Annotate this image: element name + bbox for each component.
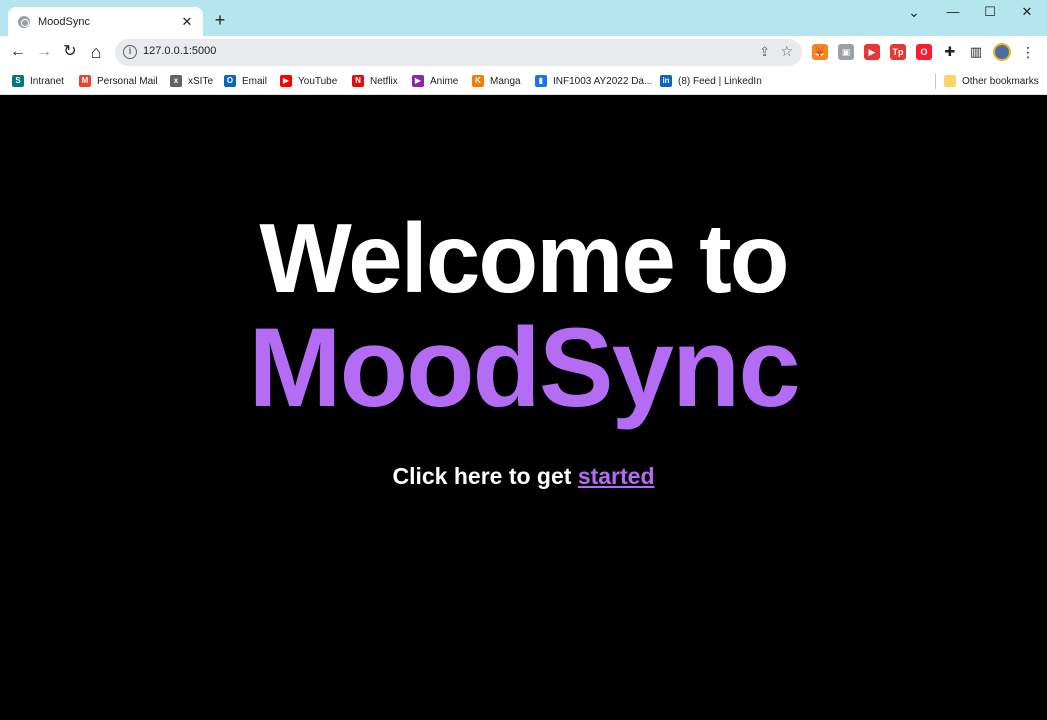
bookmark-favicon-icon: ▶ bbox=[280, 75, 292, 87]
bookmark-label: Manga bbox=[490, 75, 521, 87]
bookmark-favicon-icon: M bbox=[79, 75, 91, 87]
bookmark-8-feed-linkedin[interactable]: in (8) Feed | LinkedIn bbox=[660, 73, 762, 89]
bookmark-label: Email bbox=[242, 75, 268, 87]
bookmark-favicon-icon: ▶ bbox=[412, 75, 424, 87]
cta-prefix: Click here to get bbox=[392, 463, 578, 489]
side-panel-icon[interactable]: ▥ bbox=[968, 44, 984, 60]
profile-avatar[interactable] bbox=[993, 43, 1011, 61]
other-bookmarks-label: Other bookmarks bbox=[962, 75, 1039, 87]
forward-arrow-icon[interactable]: → bbox=[33, 41, 55, 63]
bookmark-favicon-icon: K bbox=[472, 75, 484, 87]
site-info-icon[interactable]: i bbox=[123, 45, 137, 59]
bookmark-inf1003-ay2022-da[interactable]: ▮ INF1003 AY2022 Da... bbox=[535, 73, 652, 89]
bookmarks-divider bbox=[935, 74, 936, 89]
browser-toolbar: ← → ↻ ⌂ i 127.0.0.1:5000 ⇪ ☆ 🦊 ▣ ▶ Tp O ✚ ▥ ⋮ bbox=[0, 36, 1047, 68]
bookmark-star-icon[interactable]: ☆ bbox=[780, 43, 793, 60]
ext-gray-icon[interactable]: ▣ bbox=[838, 44, 854, 60]
bookmarks-bar: S Intranet M Personal Mail x xSITe O Email ▶ YouT… bbox=[0, 68, 1047, 95]
kebab-menu-icon[interactable]: ⋮ bbox=[1021, 41, 1035, 63]
get-started-text: Click here to get started bbox=[0, 463, 1047, 490]
tab-close-icon[interactable]: ✕ bbox=[179, 14, 195, 30]
bookmark-youtube[interactable]: ▶ YouTube bbox=[280, 73, 337, 89]
globe-icon bbox=[18, 15, 30, 28]
started-link[interactable]: started bbox=[578, 463, 655, 489]
bookmark-xsite[interactable]: x xSITe bbox=[170, 73, 213, 89]
minimize-button[interactable]: — bbox=[935, 0, 971, 24]
tab-search-chevron-icon[interactable]: ⌄ bbox=[896, 0, 932, 24]
ext-red-play-icon[interactable]: ▶ bbox=[864, 44, 880, 60]
metamask-icon[interactable]: 🦊 bbox=[812, 44, 828, 60]
tab-moodsync[interactable]: MoodSync ✕ bbox=[8, 7, 203, 36]
url-text[interactable]: 127.0.0.1:5000 bbox=[143, 45, 216, 57]
bookmark-anime[interactable]: ▶ Anime bbox=[412, 73, 458, 89]
extensions-puzzle-icon[interactable]: ✚ bbox=[942, 44, 958, 60]
tab-strip: MoodSync ✕ + ⌄ — ☐ ✕ bbox=[0, 0, 1047, 36]
bookmark-label: INF1003 AY2022 Da... bbox=[553, 75, 653, 87]
brand-title: MoodSync bbox=[248, 305, 800, 430]
bookmark-label: Intranet bbox=[30, 75, 64, 87]
bookmark-email[interactable]: O Email bbox=[224, 73, 267, 89]
new-tab-button[interactable]: + bbox=[210, 10, 230, 30]
bookmark-label: Personal Mail bbox=[97, 75, 158, 87]
bookmark-manga[interactable]: K Manga bbox=[472, 73, 521, 89]
folder-icon bbox=[944, 75, 956, 87]
other-bookmarks[interactable]: Other bookmarks bbox=[944, 73, 1039, 89]
bookmark-netflix[interactable]: N Netflix bbox=[352, 73, 398, 89]
bookmark-label: xSITe bbox=[188, 75, 214, 87]
bookmark-label: (8) Feed | LinkedIn bbox=[678, 75, 762, 87]
bookmark-favicon-icon: N bbox=[352, 75, 364, 87]
bookmark-favicon-icon: O bbox=[224, 75, 236, 87]
bookmark-favicon-icon: x bbox=[170, 75, 182, 87]
maximize-button[interactable]: ☐ bbox=[972, 0, 1008, 24]
back-arrow-icon[interactable]: ← bbox=[7, 41, 29, 63]
share-icon[interactable]: ⇪ bbox=[759, 44, 770, 60]
close-window-button[interactable]: ✕ bbox=[1009, 0, 1045, 24]
bookmark-label: Anime bbox=[430, 75, 459, 87]
bookmark-label: Netflix bbox=[370, 75, 398, 87]
bookmark-favicon-icon: ▮ bbox=[535, 75, 547, 87]
page-content: Welcome to MoodSync Click here to get st… bbox=[0, 96, 1047, 720]
bookmark-label: YouTube bbox=[298, 75, 338, 87]
bookmark-personal-mail[interactable]: M Personal Mail bbox=[79, 73, 158, 89]
bookmark-intranet[interactable]: S Intranet bbox=[12, 73, 64, 89]
address-bar[interactable]: i 127.0.0.1:5000 ⇪ ☆ bbox=[115, 39, 802, 66]
bookmark-favicon-icon: S bbox=[12, 75, 24, 87]
home-icon[interactable]: ⌂ bbox=[85, 41, 107, 63]
teleparty-icon[interactable]: Tp bbox=[890, 44, 906, 60]
reload-icon[interactable]: ↻ bbox=[59, 41, 81, 63]
opera-icon[interactable]: O bbox=[916, 44, 932, 60]
tab-title: MoodSync bbox=[38, 15, 90, 28]
bookmark-favicon-icon: in bbox=[660, 75, 672, 87]
welcome-heading: Welcome to bbox=[259, 203, 789, 313]
